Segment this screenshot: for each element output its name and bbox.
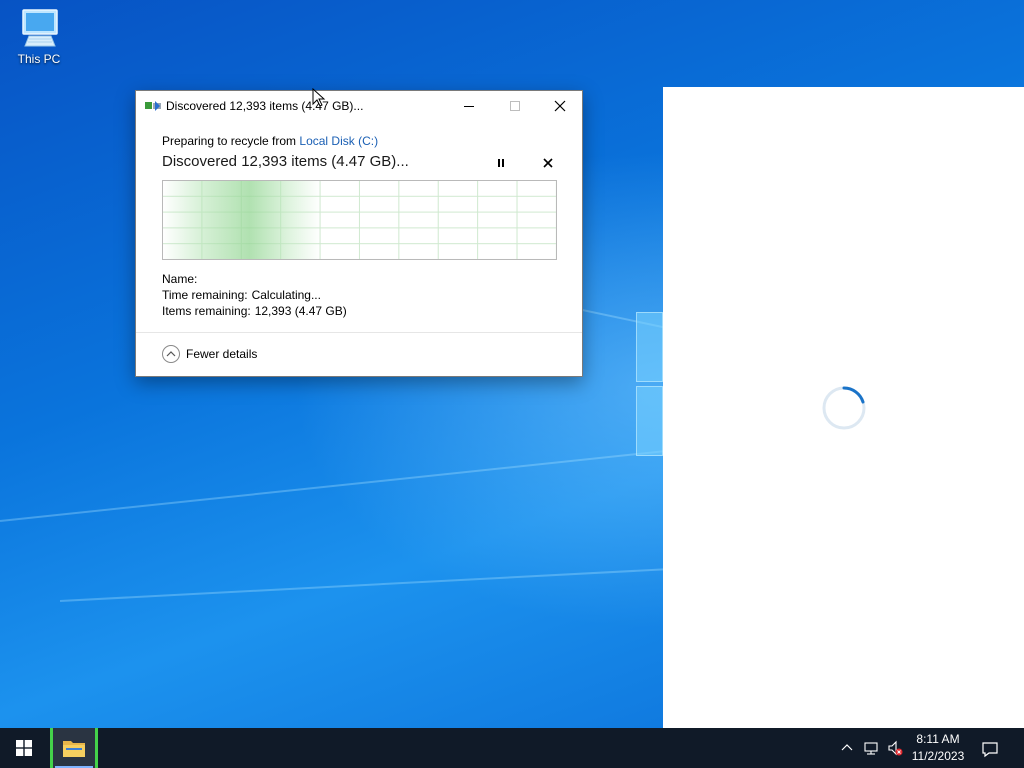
name-row: Name: bbox=[162, 272, 201, 286]
progress-heading: Discovered 12,393 items (4.47 GB)... bbox=[162, 153, 409, 170]
wallpaper-logo-pane bbox=[636, 386, 663, 456]
time-remaining-label: Time remaining: bbox=[162, 288, 248, 302]
network-icon[interactable] bbox=[863, 740, 879, 756]
clock-date: 11/2/2023 bbox=[911, 749, 965, 763]
close-icon bbox=[554, 100, 566, 112]
wallpaper-light-beam bbox=[59, 566, 700, 602]
transfer-speed-graph bbox=[162, 180, 557, 260]
computer-icon bbox=[22, 9, 58, 47]
items-remaining-row: Items remaining: 12,393 (4.47 GB) bbox=[162, 304, 347, 318]
recycle-progress-dialog: Discovered 12,393 items (4.47 GB)... Pre… bbox=[135, 90, 583, 377]
maximize-icon bbox=[510, 101, 520, 111]
time-remaining-value: Calculating... bbox=[251, 288, 321, 302]
folder-icon bbox=[63, 741, 85, 757]
loading-spinner-icon bbox=[822, 386, 866, 430]
operation-description: Preparing to recycle from Local Disk (C:… bbox=[162, 134, 378, 148]
time-remaining-row: Time remaining: Calculating... bbox=[162, 288, 321, 302]
pause-icon-bar bbox=[498, 159, 500, 167]
desktop-icon-label: This PC bbox=[17, 52, 61, 66]
dialog-divider bbox=[136, 332, 582, 333]
loading-window bbox=[663, 87, 1024, 728]
items-remaining-label: Items remaining: bbox=[162, 304, 251, 318]
cancel-operation-button[interactable] bbox=[541, 156, 555, 170]
taskbar: 8:11 AM 11/2/2023 bbox=[0, 728, 1024, 768]
dialog-titlebar[interactable]: Discovered 12,393 items (4.47 GB)... bbox=[136, 91, 582, 121]
taskbar-clock[interactable]: 8:11 AM 11/2/2023 bbox=[904, 731, 972, 765]
fewer-details-button[interactable]: Fewer details bbox=[162, 345, 257, 363]
start-button[interactable] bbox=[0, 728, 48, 768]
chevron-up-circle-icon bbox=[162, 345, 180, 363]
items-remaining-value: 12,393 (4.47 GB) bbox=[254, 304, 347, 318]
wallpaper-light-beam bbox=[0, 446, 697, 522]
minimize-button[interactable] bbox=[446, 91, 492, 121]
clock-time: 8:11 AM bbox=[916, 732, 960, 746]
taskbar-file-explorer-button[interactable] bbox=[50, 728, 98, 768]
source-location-link[interactable]: Local Disk (C:) bbox=[299, 134, 378, 148]
minimize-icon bbox=[464, 105, 474, 107]
fewer-details-label: Fewer details bbox=[186, 347, 258, 361]
maximize-button[interactable] bbox=[492, 91, 538, 121]
mouse-cursor-icon bbox=[312, 88, 326, 107]
notification-icon[interactable] bbox=[980, 739, 1000, 759]
desktop-icon-this-pc[interactable]: This PC bbox=[10, 8, 68, 76]
volume-muted-icon[interactable] bbox=[887, 740, 903, 756]
close-button[interactable] bbox=[537, 91, 583, 121]
operation-prefix: Preparing to recycle from bbox=[162, 134, 300, 148]
dialog-title: Discovered 12,393 items (4.47 GB)... bbox=[166, 99, 364, 113]
pause-button[interactable] bbox=[495, 157, 507, 169]
windows-logo-icon bbox=[16, 740, 32, 756]
chevron-up-icon[interactable] bbox=[839, 740, 855, 756]
name-label: Name: bbox=[162, 272, 198, 286]
wallpaper-logo-pane bbox=[636, 312, 663, 382]
file-operation-icon bbox=[145, 101, 161, 111]
pause-icon-bar bbox=[502, 159, 504, 167]
